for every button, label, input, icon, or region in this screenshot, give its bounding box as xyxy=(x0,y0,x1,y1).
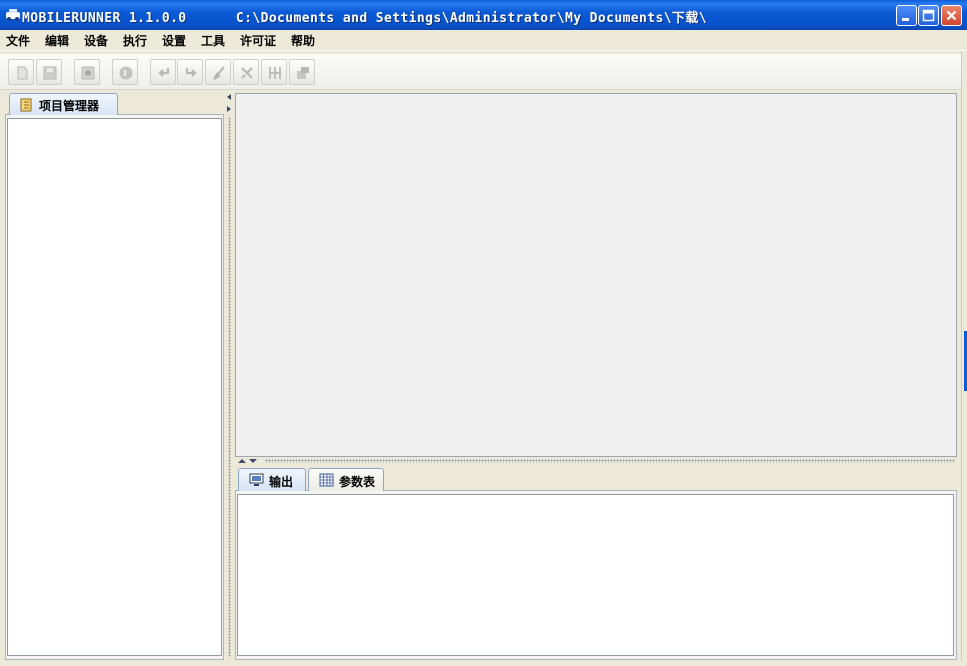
editor-area[interactable] xyxy=(235,93,957,457)
horizontal-splitter[interactable] xyxy=(235,457,957,465)
expand-right-icon xyxy=(227,106,231,112)
undo-icon xyxy=(158,68,170,77)
menu-edit[interactable]: 编辑 xyxy=(45,32,69,49)
brush-button[interactable] xyxy=(205,59,231,85)
project-tree[interactable] xyxy=(7,118,222,656)
tab-output[interactable]: 输出 xyxy=(238,468,306,491)
tools-button[interactable] xyxy=(233,59,259,85)
new-file-button[interactable] xyxy=(8,59,34,85)
undo-button[interactable] xyxy=(150,59,176,85)
collapse-up-icon xyxy=(238,459,246,463)
monitor-icon xyxy=(249,473,264,486)
new-file-icon xyxy=(17,66,28,80)
save-icon xyxy=(43,66,57,80)
close-icon xyxy=(946,10,957,21)
record-button[interactable] xyxy=(74,59,100,85)
app-icon xyxy=(6,9,20,21)
project-manager-panel: 项目管理器 xyxy=(5,93,224,660)
menu-help[interactable]: 帮助 xyxy=(291,32,315,49)
window-right-edge xyxy=(961,51,967,666)
tab-parameter-table[interactable]: 参数表 xyxy=(308,468,384,491)
toolbar xyxy=(0,54,967,90)
collapse-left-icon xyxy=(227,94,231,100)
maximize-icon xyxy=(922,9,935,22)
record-icon xyxy=(81,66,95,80)
project-tree-icon xyxy=(20,98,32,112)
window-button[interactable] xyxy=(289,59,315,85)
menu-device[interactable]: 设备 xyxy=(84,32,108,49)
menu-file[interactable]: 文件 xyxy=(6,32,30,49)
minimize-button[interactable] xyxy=(896,5,917,26)
bottom-panel: 输出 参数表 xyxy=(235,466,957,660)
menu-tools[interactable]: 工具 xyxy=(201,32,225,49)
close-button[interactable] xyxy=(941,5,962,26)
vertical-splitter[interactable] xyxy=(225,93,234,660)
play-icon xyxy=(119,66,133,80)
menu-run[interactable]: 执行 xyxy=(123,32,147,49)
brush-icon xyxy=(213,66,225,80)
menu-settings[interactable]: 设置 xyxy=(162,32,186,49)
expand-down-icon xyxy=(249,459,257,463)
splitter-grip xyxy=(228,117,231,657)
app-title: MOBILERUNNER 1.1.0.0 xyxy=(22,11,187,26)
menu-bar: 文件 编辑 设备 执行 设置 工具 许可证 帮助 xyxy=(0,30,967,51)
project-manager-label: 项目管理器 xyxy=(39,99,100,113)
splitter-grip xyxy=(265,459,955,463)
tools-icon xyxy=(241,67,253,79)
maximize-button[interactable] xyxy=(918,5,939,26)
window-icon xyxy=(297,67,309,79)
window-bottom-edge xyxy=(0,661,967,666)
redo-icon xyxy=(185,68,197,77)
save-button[interactable] xyxy=(36,59,62,85)
output-console[interactable] xyxy=(237,494,954,656)
parameter-table-tab-label: 参数表 xyxy=(339,475,376,489)
window-title: MOBILERUNNER 1.1.0.0 C:\Documents and Se… xyxy=(22,7,707,26)
window-path: C:\Documents and Settings\Administrator\… xyxy=(235,11,707,26)
title-bar[interactable]: MOBILERUNNER 1.1.0.0 C:\Documents and Se… xyxy=(0,0,967,30)
menu-license[interactable]: 许可证 xyxy=(240,32,276,49)
play-button[interactable] xyxy=(112,59,138,85)
table-icon xyxy=(319,473,334,487)
redo-button[interactable] xyxy=(177,59,203,85)
columns-icon xyxy=(269,67,281,79)
tab-project-manager[interactable]: 项目管理器 xyxy=(9,93,118,115)
output-tab-label: 输出 xyxy=(269,475,294,489)
columns-button[interactable] xyxy=(261,59,287,85)
minimize-icon xyxy=(902,18,909,21)
